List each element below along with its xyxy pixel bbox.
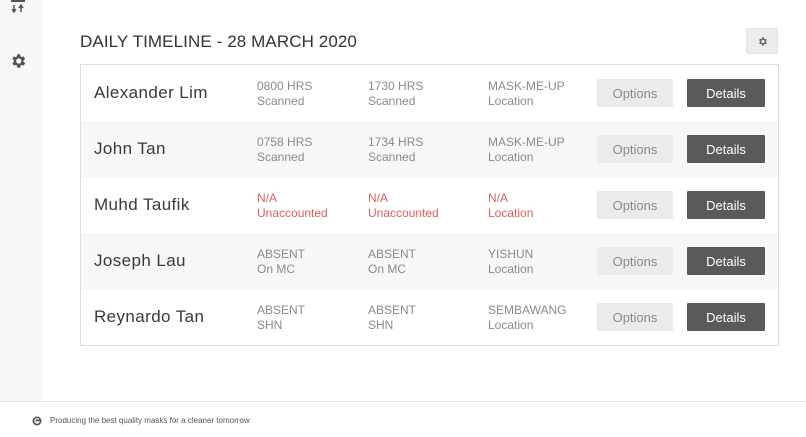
location-value: MASK-ME-UP <box>488 79 565 93</box>
time-out-status: Scanned <box>368 94 416 108</box>
location-cell: YISHUN Location <box>488 247 533 277</box>
details-button[interactable]: Details <box>687 303 765 331</box>
sidebar <box>0 0 42 401</box>
time-out: 1730 HRS <box>368 79 424 93</box>
time-in-cell: N/A Unaccounted <box>257 191 328 221</box>
location-label: Location <box>488 94 534 108</box>
location-cell: SEMBAWANG Location <box>488 303 566 333</box>
time-out: ABSENT <box>368 247 417 261</box>
settings-button[interactable] <box>746 28 778 54</box>
options-button[interactable]: Options <box>597 79 673 107</box>
location-value: N/A <box>488 191 509 205</box>
time-in: ABSENT <box>257 247 306 261</box>
time-in-status: SHN <box>257 318 283 332</box>
table-row: Alexander Lim 0800 HRS Scanned 1730 HRS Sc… <box>81 65 778 121</box>
details-button[interactable]: Details <box>687 191 765 219</box>
time-out: N/A <box>368 191 389 205</box>
time-out: ABSENT <box>368 303 417 317</box>
page-title: DAILY TIMELINE - 28 MARCH 2020 <box>80 32 357 51</box>
time-out-cell: ABSENT SHN <box>368 303 416 333</box>
footer: Producing the best quality masks for a c… <box>0 401 806 437</box>
details-button[interactable]: Details <box>687 79 765 107</box>
employee-name: John Tan <box>94 139 166 158</box>
table-row: Joseph Lau ABSENT On MC ABSENT On MC YISHU… <box>81 233 778 289</box>
time-out-cell: 1730 HRS Scanned <box>368 79 423 109</box>
options-button[interactable]: Options <box>597 135 673 163</box>
details-button[interactable]: Details <box>687 135 765 163</box>
time-in: N/A <box>257 191 278 205</box>
main-panel: DAILY TIMELINE - 28 MARCH 2020 Alexander… <box>42 0 806 401</box>
time-out-cell: 1734 HRS Scanned <box>368 135 423 165</box>
gear-icon[interactable] <box>8 51 28 71</box>
location-value: YISHUN <box>488 247 534 261</box>
location-cell: MASK-ME-UP Location <box>488 135 565 165</box>
footer-tagline: Producing the best quality masks for a c… <box>50 416 250 425</box>
location-label: Location <box>488 206 534 220</box>
time-out-status: Unaccounted <box>368 206 439 220</box>
gear-icon <box>758 36 767 46</box>
time-in: ABSENT <box>257 303 306 317</box>
time-in-status: Unaccounted <box>257 206 328 220</box>
location-label: Location <box>488 150 534 164</box>
employee-name: Joseph Lau <box>94 251 186 270</box>
transfer-icon[interactable] <box>8 0 28 14</box>
time-in: 0800 HRS <box>257 79 313 93</box>
time-in-cell: 0800 HRS Scanned <box>257 79 312 109</box>
time-out-cell: N/A Unaccounted <box>368 191 439 221</box>
timeline-table: Alexander Lim 0800 HRS Scanned 1730 HRS Sc… <box>80 64 779 346</box>
options-button[interactable]: Options <box>597 247 673 275</box>
time-in: 0758 HRS <box>257 135 313 149</box>
options-button[interactable]: Options <box>597 303 673 331</box>
time-out-status: On MC <box>368 262 407 276</box>
time-in-cell: ABSENT On MC <box>257 247 305 277</box>
time-out: 1734 HRS <box>368 135 424 149</box>
location-value: SEMBAWANG <box>488 303 567 317</box>
time-in-status: On MC <box>257 262 296 276</box>
time-out-status: SHN <box>368 318 394 332</box>
employee-name: Reynardo Tan <box>94 307 205 326</box>
brand-logo-icon <box>32 416 42 426</box>
time-in-status: Scanned <box>257 150 305 164</box>
location-cell: MASK-ME-UP Location <box>488 79 565 109</box>
employee-name: Muhd Taufik <box>94 195 190 214</box>
employee-name: Alexander Lim <box>94 83 208 102</box>
time-in-cell: ABSENT SHN <box>257 303 305 333</box>
details-button[interactable]: Details <box>687 247 765 275</box>
time-out-cell: ABSENT On MC <box>368 247 416 277</box>
time-in-status: Scanned <box>257 94 305 108</box>
location-value: MASK-ME-UP <box>488 135 565 149</box>
time-out-status: Scanned <box>368 150 416 164</box>
table-row: Muhd Taufik N/A Unaccounted N/A Unaccounte… <box>81 177 778 233</box>
table-row: Reynardo Tan ABSENT SHN ABSENT SHN SEMBAWA… <box>81 289 778 345</box>
location-label: Location <box>488 318 534 332</box>
options-button[interactable]: Options <box>597 191 673 219</box>
time-in-cell: 0758 HRS Scanned <box>257 135 312 165</box>
location-label: Location <box>488 262 534 276</box>
table-row: John Tan 0758 HRS Scanned 1734 HRS Scanned… <box>81 121 778 177</box>
location-cell: N/A Location <box>488 191 533 221</box>
